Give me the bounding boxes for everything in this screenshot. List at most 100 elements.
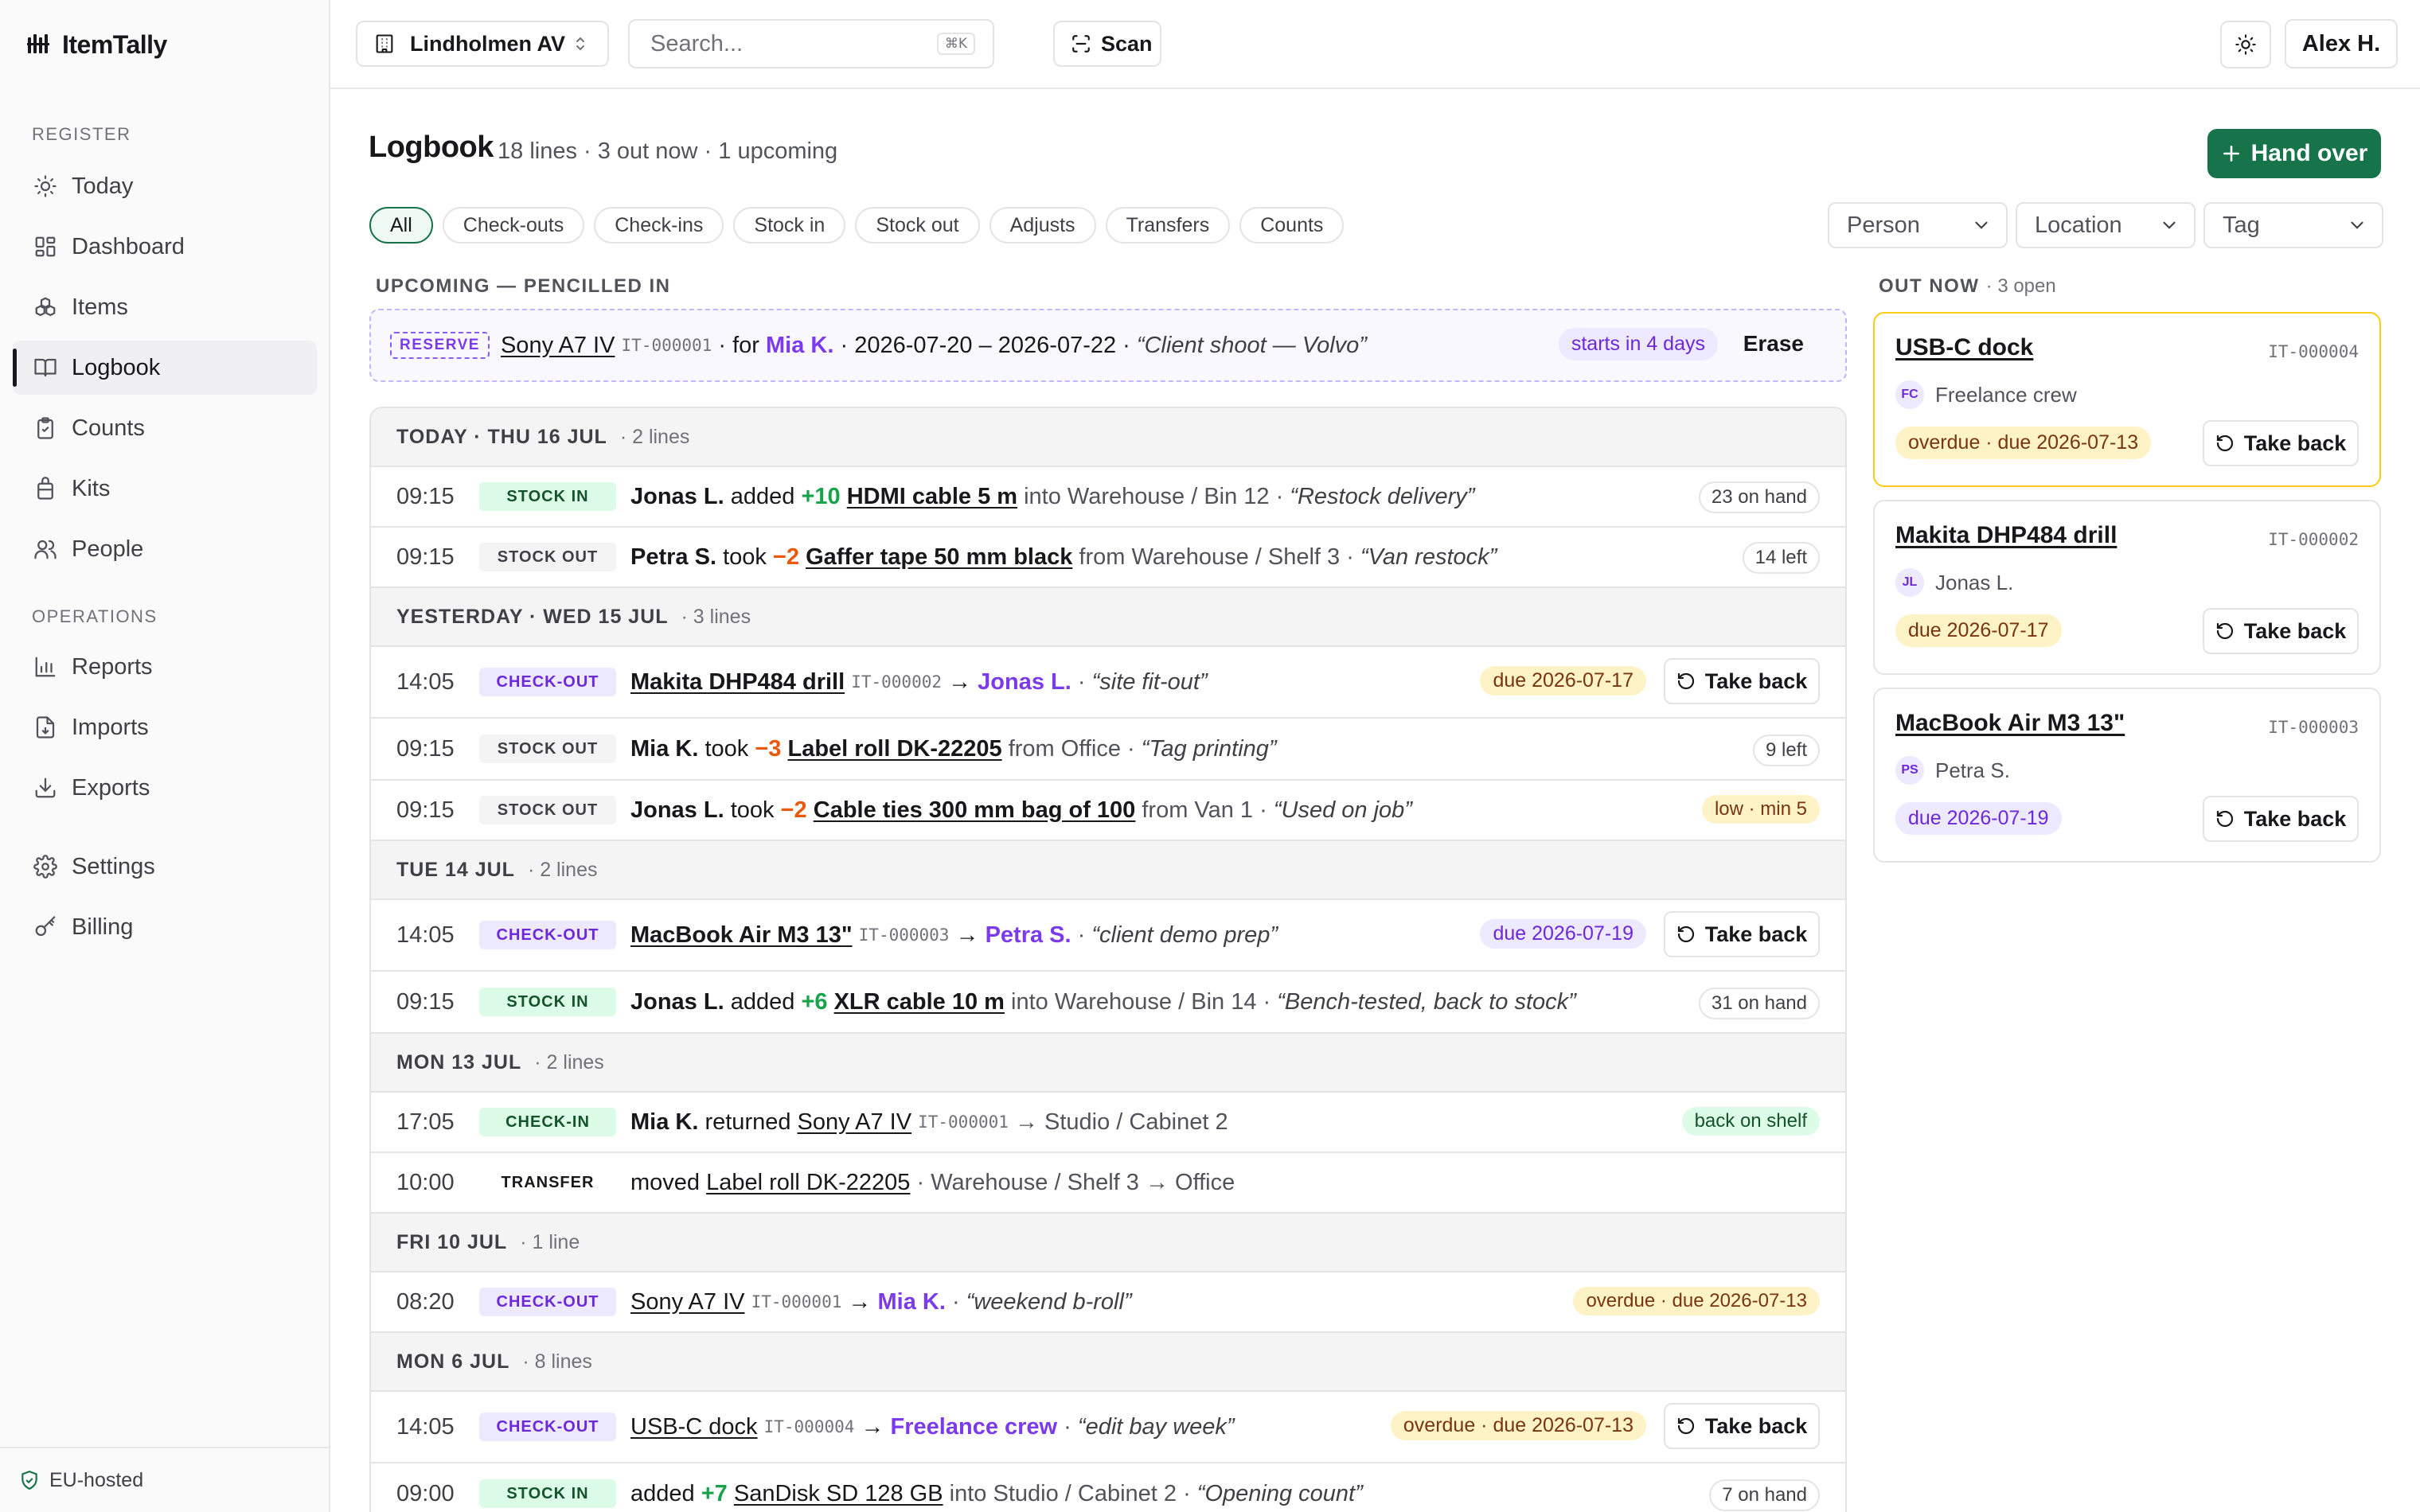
log-row[interactable]: 08:20 CHECK-OUT Sony A7 IV IT-000001 → M…: [371, 1271, 1845, 1331]
clipboard-icon: [37, 417, 53, 439]
filter-all[interactable]: All: [369, 207, 433, 244]
sidebar-item-logbook[interactable]: Logbook: [13, 341, 317, 395]
brand[interactable]: ItemTally: [27, 27, 167, 62]
sidebar-item-settings[interactable]: Settings: [13, 840, 317, 894]
log-where: → Studio / Cabinet 2: [1014, 1109, 1228, 1135]
filter-check-ins[interactable]: Check-ins: [594, 207, 724, 244]
tag-filter-label: Tag: [2223, 212, 2260, 238]
undo-icon: [2216, 622, 2233, 640]
building-icon: [376, 34, 393, 53]
filter-adjusts[interactable]: Adjusts: [989, 207, 1096, 244]
log-row[interactable]: 09:15 STOCK IN Jonas L. added +6 XLR cab…: [371, 970, 1845, 1032]
sidebar-item-imports[interactable]: Imports: [13, 700, 317, 754]
log-time: 09:15: [396, 735, 455, 762]
log-item[interactable]: SanDisk SD 128 GB: [734, 1481, 943, 1507]
log-item[interactable]: Gaffer tape 50 mm black: [806, 544, 1072, 571]
sidebar-item-billing[interactable]: Billing: [13, 900, 317, 954]
card-item-name[interactable]: Makita DHP484 drill: [1895, 522, 2117, 549]
log-item[interactable]: Sony A7 IV: [798, 1109, 912, 1136]
day-count: · 1 line: [520, 1230, 580, 1253]
location-filter[interactable]: Location: [2016, 202, 2196, 248]
log-row[interactable]: 10:00 TRANSFER moved Label roll DK-22205…: [371, 1152, 1845, 1212]
sidebar-item-label: Reports: [72, 653, 153, 680]
status-badge: overdue · due 2026-07-13: [1390, 1411, 1646, 1440]
log-item-id: IT-000002: [851, 672, 943, 692]
log-item[interactable]: MacBook Air M3 13": [630, 922, 853, 949]
log-item[interactable]: Cable ties 300 mm bag of 100: [814, 797, 1136, 824]
hand-over-button[interactable]: Hand over: [2207, 129, 2381, 178]
log-row[interactable]: 09:15 STOCK OUT Mia K. took −3 Label rol…: [371, 717, 1845, 779]
sidebar-item-today[interactable]: Today: [13, 159, 317, 213]
log-item[interactable]: USB-C dock: [630, 1414, 758, 1440]
sidebar-item-label: Today: [72, 173, 134, 199]
sidebar-item-people[interactable]: People: [13, 522, 317, 576]
type-badge: STOCK IN: [479, 482, 616, 511]
log-person[interactable]: Petra S.: [986, 922, 1071, 949]
log-item[interactable]: Label roll DK-22205: [706, 1170, 910, 1196]
log-item[interactable]: HDMI cable 5 m: [847, 484, 1017, 510]
sidebar-item-counts[interactable]: Counts: [13, 401, 317, 455]
nav-section-register: REGISTER: [32, 124, 131, 144]
person-filter[interactable]: Person: [1828, 202, 2008, 248]
sidebar-item-dashboard[interactable]: Dashboard: [13, 220, 317, 274]
log-item[interactable]: Label roll DK-22205: [788, 736, 1002, 762]
log-row[interactable]: 14:05 CHECK-OUT USB-C dock IT-000004 → F…: [371, 1390, 1845, 1462]
log-time: 08:20: [396, 1288, 455, 1315]
out-now-card[interactable]: MacBook Air M3 13" IT-000003 PS Petra S. …: [1873, 688, 2381, 863]
sidebar-item-label: Imports: [72, 714, 149, 740]
out-now-heading: OUT NOW · 3 open: [1879, 275, 2056, 297]
sidebar-item-exports[interactable]: Exports: [13, 761, 317, 815]
take-back-button[interactable]: Take back: [2203, 420, 2359, 466]
location-switcher[interactable]: Lindholmen AV: [356, 21, 609, 67]
user-menu[interactable]: Alex H.: [2285, 19, 2398, 68]
theme-toggle[interactable]: [2220, 21, 2271, 68]
reserved-item[interactable]: Sony A7 IV: [501, 333, 615, 359]
sidebar-item-label: Counts: [72, 415, 145, 441]
filter-stock-out[interactable]: Stock out: [855, 207, 980, 244]
log-row[interactable]: 09:15 STOCK OUT Jonas L. took −2 Cable t…: [371, 779, 1845, 840]
filter-counts[interactable]: Counts: [1239, 207, 1345, 244]
status-badge: overdue · due 2026-07-13: [1573, 1287, 1820, 1315]
day-count: · 2 lines: [527, 858, 598, 881]
log-row[interactable]: 14:05 CHECK-OUT Makita DHP484 drill IT-0…: [371, 645, 1845, 717]
filter-transfers[interactable]: Transfers: [1105, 207, 1231, 244]
log-row[interactable]: 09:15 STOCK IN Jonas L. added +10 HDMI c…: [371, 466, 1845, 526]
sun-icon: [2235, 34, 2256, 55]
erase-button[interactable]: Erase: [1743, 331, 1804, 357]
log-time: 09:15: [396, 544, 455, 570]
scan-button[interactable]: Scan: [1053, 21, 1161, 67]
log-item[interactable]: Sony A7 IV: [630, 1289, 745, 1315]
tag-filter[interactable]: Tag: [2203, 202, 2383, 248]
filter-check-outs[interactable]: Check-outs: [442, 207, 585, 244]
sidebar-item-reports[interactable]: Reports: [13, 640, 317, 694]
status-badge: due 2026-07-17: [1895, 614, 2062, 647]
hand-over-label: Hand over: [2250, 140, 2368, 166]
log-person[interactable]: Jonas L.: [978, 669, 1071, 696]
card-item-name[interactable]: USB-C dock: [1895, 334, 2033, 361]
take-back-button[interactable]: Take back: [2203, 796, 2359, 842]
search-input[interactable]: Search... ⌘K: [628, 19, 994, 68]
log-row[interactable]: 09:15 STOCK OUT Petra S. took −2 Gaffer …: [371, 526, 1845, 586]
log-item[interactable]: Makita DHP484 drill: [630, 669, 845, 696]
log-note: “Restock delivery”: [1290, 483, 1475, 509]
log-row[interactable]: 17:05 CHECK-IN Mia K. returned Sony A7 I…: [371, 1091, 1845, 1152]
out-now-card[interactable]: USB-C dock IT-000004 FC Freelance crew ov…: [1873, 312, 2381, 487]
log-row[interactable]: 14:05 CHECK-OUT MacBook Air M3 13" IT-00…: [371, 898, 1845, 970]
filter-stock-in[interactable]: Stock in: [733, 207, 846, 244]
take-back-button[interactable]: Take back: [1664, 658, 1820, 704]
log-time: 10:00: [396, 1169, 455, 1195]
take-back-button[interactable]: Take back: [1664, 911, 1820, 957]
sidebar-item-kits[interactable]: Kits: [13, 462, 317, 516]
person-filter-label: Person: [1847, 212, 1920, 238]
out-now-card[interactable]: Makita DHP484 drill IT-000002 JL Jonas L.…: [1873, 500, 2381, 675]
take-back-button[interactable]: Take back: [2203, 608, 2359, 654]
log-row[interactable]: 09:00 STOCK IN added +7 SanDisk SD 128 G…: [371, 1462, 1845, 1512]
log-item[interactable]: XLR cable 10 m: [834, 989, 1005, 1015]
log-note: “Bench-tested, back to stock”: [1277, 988, 1576, 1015]
reserved-person[interactable]: Mia K.: [766, 333, 833, 359]
log-person[interactable]: Freelance crew: [891, 1414, 1058, 1440]
sidebar-item-items[interactable]: Items: [13, 280, 317, 334]
card-item-name[interactable]: MacBook Air M3 13": [1895, 710, 2125, 737]
log-person[interactable]: Mia K.: [877, 1289, 945, 1315]
take-back-button[interactable]: Take back: [1664, 1403, 1820, 1449]
